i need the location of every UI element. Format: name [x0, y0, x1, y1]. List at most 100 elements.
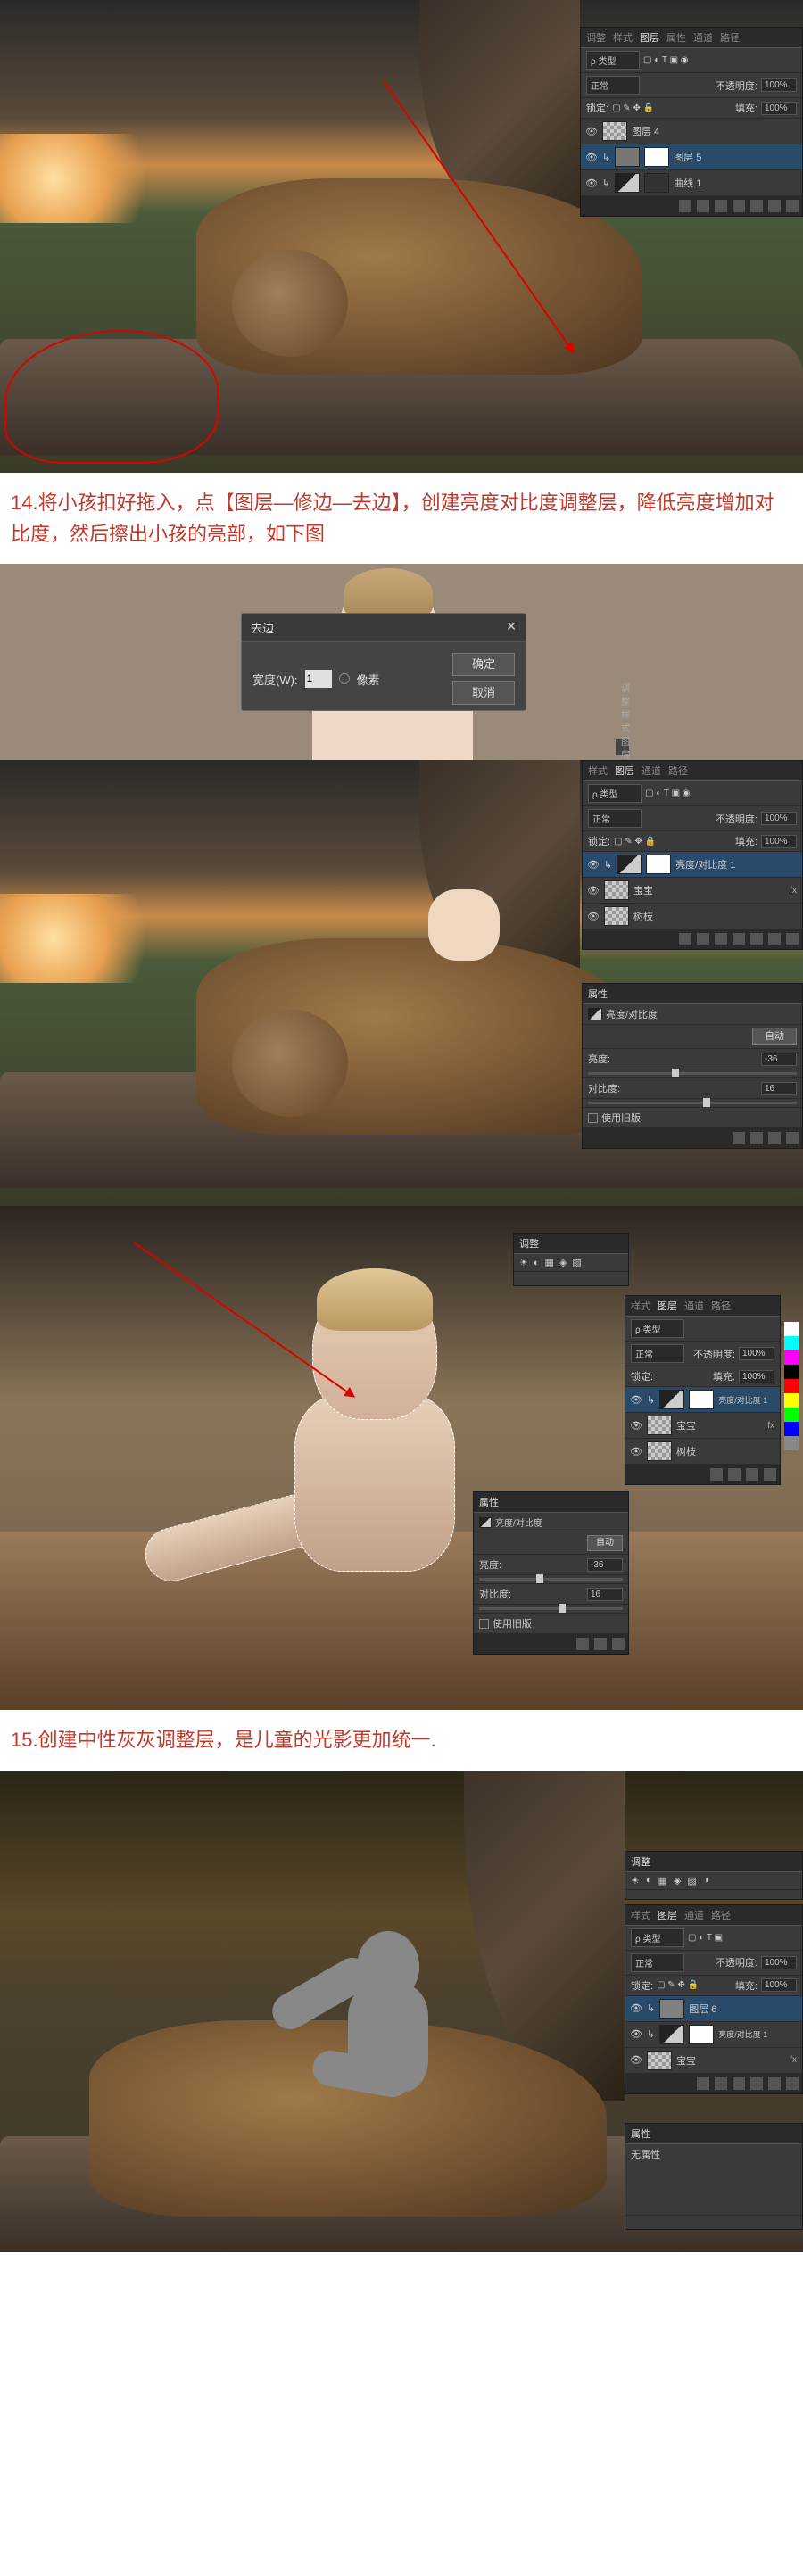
- tab-layers[interactable]: 图层: [658, 1908, 677, 1922]
- adjust-icon[interactable]: ☀: [519, 1257, 528, 1268]
- adjust-icon[interactable]: ◐: [646, 1875, 652, 1886]
- brightness-slider[interactable]: [588, 1072, 797, 1075]
- layer-branch[interactable]: 树枝: [625, 1439, 780, 1465]
- link-icon[interactable]: [679, 933, 691, 945]
- eye-icon[interactable]: [585, 178, 598, 189]
- blend-mode-dropdown[interactable]: 正常: [588, 809, 642, 828]
- adjust-icon[interactable]: ◈: [559, 1257, 567, 1268]
- tab-style[interactable]: 样式: [631, 1299, 650, 1313]
- new-layer-icon[interactable]: [746, 1468, 758, 1481]
- adjust-icon[interactable]: ◑: [703, 1875, 709, 1886]
- fx-indicator[interactable]: fx: [790, 886, 797, 896]
- fx-icon[interactable]: [697, 200, 709, 212]
- tab-style[interactable]: 样式: [613, 30, 633, 45]
- tab-properties[interactable]: 属性: [631, 2126, 650, 2141]
- auto-button[interactable]: 自动: [752, 1028, 797, 1045]
- cancel-button[interactable]: 取消: [452, 681, 515, 705]
- adjust-icon[interactable]: ◐: [534, 1258, 540, 1268]
- swatch[interactable]: [784, 1408, 799, 1422]
- ok-button[interactable]: 确定: [452, 653, 515, 676]
- layer-brightness-contrast[interactable]: ↳ 亮度/对比度 1: [583, 852, 802, 878]
- tab-adjust[interactable]: 调整: [519, 1236, 539, 1251]
- tab-paths[interactable]: 路径: [711, 1299, 731, 1313]
- tab-layers[interactable]: 图层: [658, 1299, 677, 1313]
- mask-icon[interactable]: [715, 933, 727, 945]
- tab-layers[interactable]: 图层: [640, 30, 659, 45]
- adjust-icon[interactable]: [733, 200, 745, 212]
- layer-brightness-contrast[interactable]: ↳ 亮度/对比度 1: [625, 2022, 802, 2048]
- close-icon[interactable]: ✕: [506, 619, 517, 636]
- kind-dropdown[interactable]: ρ 类型: [588, 784, 642, 803]
- blend-mode-dropdown[interactable]: 正常: [631, 1953, 684, 1972]
- opacity-input[interactable]: 100%: [761, 1956, 797, 1969]
- kind-dropdown[interactable]: ρ 类型: [586, 51, 640, 70]
- swatch[interactable]: [784, 1422, 799, 1436]
- eye-icon[interactable]: [630, 1420, 642, 1432]
- auto-button[interactable]: 自动: [587, 1535, 623, 1551]
- eye-icon[interactable]: [630, 2028, 642, 2040]
- brightness-value[interactable]: -36: [587, 1558, 623, 1572]
- brightness-value[interactable]: -36: [761, 1053, 797, 1066]
- opacity-input[interactable]: 100%: [739, 1347, 774, 1360]
- adjust-icon[interactable]: ◈: [674, 1875, 681, 1887]
- new-layer-icon[interactable]: [768, 2077, 781, 2090]
- fx-indicator[interactable]: fx: [790, 2055, 797, 2065]
- trash-icon[interactable]: [786, 1132, 799, 1144]
- swatch[interactable]: [784, 1379, 799, 1393]
- clip-icon[interactable]: [576, 1638, 589, 1650]
- layer-row-4[interactable]: 图层 4: [581, 119, 802, 144]
- layer-brightness-contrast[interactable]: ↳ 亮度/对比度 1: [625, 1387, 780, 1413]
- adjust-icon[interactable]: ▦: [545, 1257, 554, 1268]
- adjust-icon[interactable]: ☀: [631, 1875, 640, 1887]
- adjust-icon[interactable]: ▦: [658, 1875, 667, 1887]
- swatch[interactable]: [784, 1322, 799, 1336]
- layer-row-6[interactable]: ↳ 图层 6: [625, 1996, 802, 2022]
- contrast-value[interactable]: 16: [761, 1082, 797, 1095]
- mask-icon[interactable]: [715, 200, 727, 212]
- tab-channels[interactable]: 通道: [684, 1299, 704, 1313]
- filter-icons[interactable]: ▢ ◐ T ▣ ◉: [643, 55, 689, 65]
- swatch[interactable]: [784, 1393, 799, 1408]
- eye-icon[interactable]: [587, 911, 600, 922]
- reset-icon[interactable]: [594, 1638, 607, 1650]
- tab-paths[interactable]: 路径: [711, 1908, 731, 1922]
- fill-input[interactable]: 100%: [761, 1978, 797, 1992]
- tab-paths[interactable]: 路径: [720, 30, 740, 45]
- tab-properties[interactable]: 属性: [666, 30, 686, 45]
- reset-icon[interactable]: [768, 1132, 781, 1144]
- tab-adjust[interactable]: 调整: [631, 1854, 650, 1869]
- adjust-icon[interactable]: [733, 933, 745, 945]
- legacy-checkbox[interactable]: [588, 1113, 598, 1123]
- new-layer-icon[interactable]: [768, 933, 781, 945]
- tab-channels[interactable]: 通道: [684, 1908, 704, 1922]
- swatch[interactable]: [784, 1365, 799, 1379]
- opacity-input[interactable]: 100%: [761, 78, 797, 92]
- fx-icon[interactable]: [715, 2077, 727, 2090]
- fx-icon[interactable]: [710, 1468, 723, 1481]
- trash-icon[interactable]: [764, 1468, 776, 1481]
- eye-icon[interactable]: [630, 2002, 642, 2014]
- fill-input[interactable]: 100%: [739, 1370, 774, 1383]
- opacity-input[interactable]: 100%: [761, 812, 797, 825]
- contrast-slider[interactable]: [588, 1102, 797, 1104]
- adjust-icon[interactable]: [750, 2077, 763, 2090]
- brightness-slider[interactable]: [479, 1578, 623, 1581]
- fx-indicator[interactable]: fx: [767, 1421, 774, 1431]
- layer-baby[interactable]: 宝宝 fx: [583, 878, 802, 904]
- tab-layers[interactable]: 图层: [615, 764, 634, 778]
- eye-icon[interactable]: [630, 2054, 642, 2066]
- adjust-icon[interactable]: ▨: [572, 1257, 581, 1268]
- tab-properties[interactable]: 属性: [588, 987, 608, 1001]
- link-icon[interactable]: [697, 2077, 709, 2090]
- layer-branch[interactable]: 树枝: [583, 904, 802, 929]
- lock-icons[interactable]: ▢ ✎ ✥ 🔒: [612, 103, 654, 113]
- tab-channels[interactable]: 通道: [693, 30, 713, 45]
- fill-input[interactable]: 100%: [761, 835, 797, 848]
- layer-row-curves[interactable]: ↳ 曲线 1: [581, 170, 802, 196]
- view-icon[interactable]: [750, 1132, 763, 1144]
- eye-icon[interactable]: [585, 152, 598, 163]
- tab-style[interactable]: 样式: [588, 764, 608, 778]
- tab-style[interactable]: 样式: [631, 1908, 650, 1922]
- clip-icon[interactable]: [733, 1132, 745, 1144]
- eye-icon[interactable]: [630, 1394, 642, 1406]
